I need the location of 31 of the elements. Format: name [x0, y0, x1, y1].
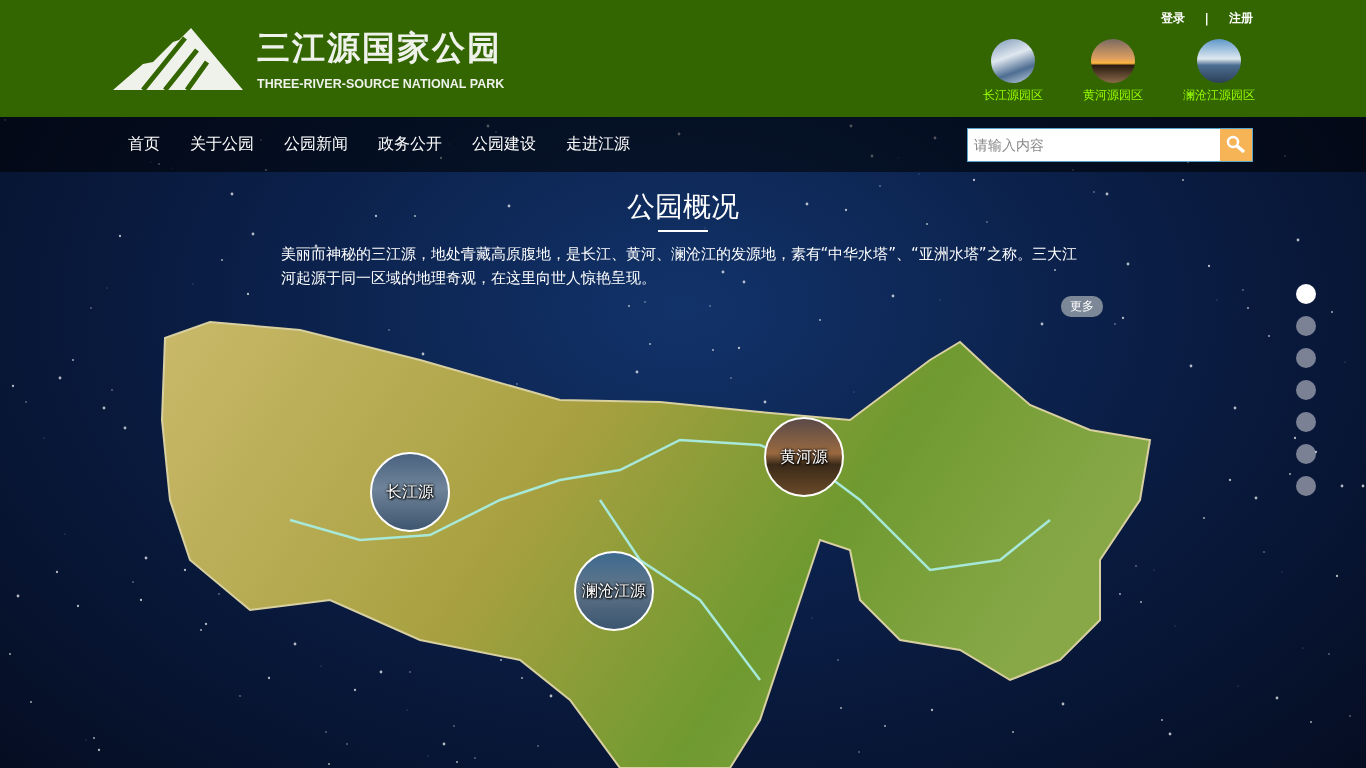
nav-item[interactable]: 公园建设: [472, 134, 536, 155]
more-button[interactable]: 更多: [1061, 296, 1103, 317]
park-area-link[interactable]: 长江源园区: [983, 39, 1043, 104]
auth-link[interactable]: 登录: [1160, 10, 1185, 27]
logo-subtitle: THREE-RIVER-SOURCE NATIONAL PARK: [257, 77, 505, 91]
mountain-logo-icon: [113, 27, 243, 90]
intro-paragraph: 美丽而神秘的三江源，地处青藏高原腹地，是长江、黄河、澜沧江的发源地，素有“中华水塔”、“亚洲水塔”之称。三大江河起源于同一区域的地理奇观，在这里向世人惊艳呈现。: [280, 244, 1078, 289]
nav-item[interactable]: 公园新闻: [284, 134, 348, 155]
photo-placeholder: [1091, 39, 1135, 83]
nav-item[interactable]: 走进江源: [566, 134, 630, 155]
auth-link[interactable]: 注册: [1229, 10, 1253, 27]
park-area-link[interactable]: 澜沧江源园区: [1183, 39, 1255, 104]
page-dot[interactable]: [1296, 348, 1316, 368]
park-area-link[interactable]: 黄河源园区: [1083, 39, 1143, 104]
photo-placeholder: [1197, 39, 1241, 83]
search-button[interactable]: [1220, 128, 1252, 161]
page-dot[interactable]: [1296, 284, 1316, 304]
logo-title: 三江源国家公园: [257, 27, 503, 69]
page-dot[interactable]: [1296, 476, 1316, 496]
page-dot[interactable]: [1296, 444, 1316, 464]
nav-item[interactable]: 首页: [128, 134, 160, 155]
page-dot[interactable]: [1296, 412, 1316, 432]
divider-text: |: [1204, 11, 1209, 26]
nav-item[interactable]: 关于公园: [190, 134, 254, 155]
photo-placeholder: [991, 39, 1035, 83]
page-dot[interactable]: [1296, 316, 1316, 336]
search-field[interactable]: 请输入内容: [967, 127, 1253, 162]
search-icon: [1226, 134, 1246, 155]
page-dot[interactable]: [1296, 380, 1316, 400]
nav-item[interactable]: 政务公开: [378, 134, 442, 155]
section-title: 公园概况: [627, 189, 739, 225]
